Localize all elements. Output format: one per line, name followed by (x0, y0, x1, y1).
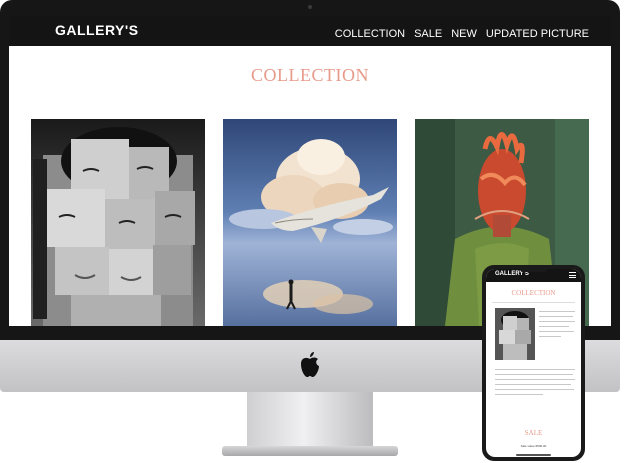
mobile-text-line (539, 316, 573, 317)
site-logo[interactable]: GALLERY'S (55, 22, 139, 38)
artwork-fragmented-portrait[interactable] (31, 119, 205, 326)
camera-dot (308, 5, 312, 9)
hamburger-menu-icon[interactable] (569, 272, 576, 278)
nav-updated-picture[interactable]: UPDATED PICTURE (486, 28, 589, 40)
mobile-screen: GALLERY'S COLLECTION SALE Sale value €50… (486, 269, 581, 457)
artwork-flying-whale[interactable] (223, 119, 397, 326)
mobile-section-title: SALE (524, 429, 543, 437)
mobile-text-line (539, 321, 575, 322)
imac-stand (247, 392, 373, 448)
site-header: GALLERY'S COLLECTION SALE NEW UPDATED PI… (9, 16, 611, 46)
mobile-divider (492, 302, 575, 303)
apple-logo-icon (298, 351, 322, 379)
mobile-text-line (539, 311, 575, 312)
mobile-text-line (495, 384, 571, 385)
mobile-text-line (539, 331, 574, 332)
mobile-footer-text: Sale value €500.00 (520, 444, 547, 448)
site-menu: COLLECTION SALE NEW UPDATED PICTURE (335, 28, 589, 40)
phone-frame: GALLERY'S COLLECTION SALE Sale value €50… (482, 265, 585, 461)
nav-collection[interactable]: COLLECTION (335, 28, 405, 40)
nav-sale[interactable]: SALE (414, 28, 442, 40)
mobile-page-title: COLLECTION (511, 289, 556, 297)
imac-stand-base (222, 446, 398, 456)
mobile-text-line (495, 369, 575, 370)
mobile-text-line (495, 394, 543, 395)
page-title: COLLECTION (251, 65, 369, 85)
home-indicator (516, 454, 551, 456)
mobile-text-line (539, 336, 561, 337)
mobile-text-line (539, 326, 569, 327)
mobile-artwork-thumbnail[interactable] (495, 308, 535, 360)
nav-new[interactable]: NEW (451, 28, 477, 40)
mobile-text-line (495, 389, 574, 390)
phone-notch (520, 268, 547, 272)
mobile-text-line (495, 379, 575, 380)
mobile-text-line (495, 374, 573, 375)
